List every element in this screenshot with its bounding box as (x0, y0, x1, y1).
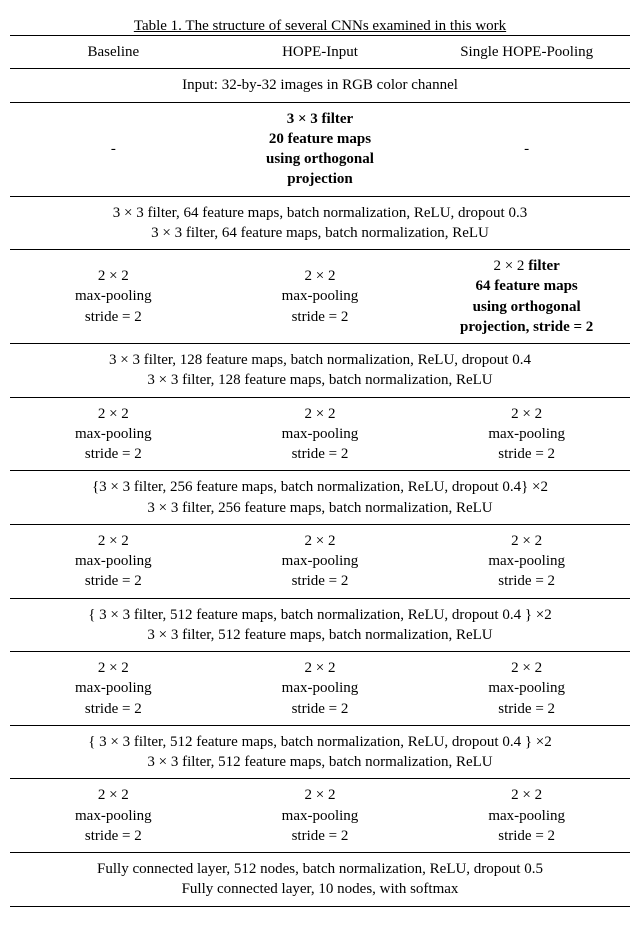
pool-std-l3: stride = 2 (292, 701, 349, 717)
pool-5-single-hope: 2 × 2 max-pooling stride = 2 (423, 779, 630, 853)
conv-block5-a: { 3 × 3 filter, 512 feature maps, batch … (88, 734, 552, 750)
input-row: Input: 32-by-32 images in RGB color chan… (10, 69, 630, 102)
pool-std-l2: max-pooling (282, 553, 359, 569)
pool-std-l1: 2 × 2 (305, 787, 336, 803)
hope-input-l2: 20 feature maps (269, 131, 371, 147)
pool-std-l1: 2 × 2 (305, 660, 336, 676)
pool-std-l1: 2 × 2 (98, 268, 129, 284)
pool-std-l3: stride = 2 (85, 828, 142, 844)
pool-std-l2: max-pooling (488, 553, 565, 569)
pool-5-hope-input: 2 × 2 max-pooling stride = 2 (217, 779, 424, 853)
conv-block2: 3 × 3 filter, 128 feature maps, batch no… (10, 344, 630, 398)
pool-std-l3: stride = 2 (292, 309, 349, 325)
pool-std-l2: max-pooling (75, 680, 152, 696)
pool-std-l2: max-pooling (282, 288, 359, 304)
pool-3-hope-input: 2 × 2 max-pooling stride = 2 (217, 524, 424, 598)
conv-block4-b: 3 × 3 filter, 512 feature maps, batch no… (147, 627, 492, 643)
conv-block3: {3 × 3 filter, 256 feature maps, batch n… (10, 471, 630, 525)
hope-input-l4: projection (287, 171, 353, 187)
conv-block5: { 3 × 3 filter, 512 feature maps, batch … (10, 725, 630, 779)
pool-std-l1: 2 × 2 (511, 533, 542, 549)
pool-std-l2: max-pooling (282, 680, 359, 696)
pool-4-hope-input: 2 × 2 max-pooling stride = 2 (217, 652, 424, 726)
pool-std-l3: stride = 2 (498, 701, 555, 717)
conv-block3-b: 3 × 3 filter, 256 feature maps, batch no… (147, 500, 492, 516)
fc-b: Fully connected layer, 10 nodes, with so… (182, 881, 459, 897)
conv-block2-a: 3 × 3 filter, 128 feature maps, batch no… (109, 352, 531, 368)
pool-std-l2: max-pooling (75, 288, 152, 304)
header-hope-input: HOPE-Input (217, 36, 424, 69)
table-caption: Table 1. The structure of several CNNs e… (10, 18, 630, 35)
hope-input-l1: 3 × 3 filter (287, 111, 353, 127)
pool-1-single-hope: 2 × 2 filter 64 feature maps using ortho… (423, 250, 630, 344)
pool-std-l3: stride = 2 (498, 828, 555, 844)
conv-block1-a: 3 × 3 filter, 64 feature maps, batch nor… (113, 205, 527, 221)
pool-2-single-hope: 2 × 2 max-pooling stride = 2 (423, 397, 630, 471)
pool-std-l3: stride = 2 (292, 446, 349, 462)
cnn-structure-table: Baseline HOPE-Input Single HOPE-Pooling … (10, 35, 630, 907)
header-baseline: Baseline (10, 36, 217, 69)
pool-std-l2: max-pooling (488, 808, 565, 824)
pool-1-baseline: 2 × 2 max-pooling stride = 2 (10, 250, 217, 344)
pool-3-single-hope: 2 × 2 max-pooling stride = 2 (423, 524, 630, 598)
pool-std-l3: stride = 2 (498, 573, 555, 589)
filter-bold: filter (528, 258, 560, 274)
fc-block: Fully connected layer, 512 nodes, batch … (10, 853, 630, 907)
fc-a: Fully connected layer, 512 nodes, batch … (97, 861, 543, 877)
conv-block5-b: 3 × 3 filter, 512 feature maps, batch no… (147, 754, 492, 770)
pool-std-l2: max-pooling (282, 808, 359, 824)
hope-input-l3: using orthogonal (266, 151, 374, 167)
pool-std-l3: stride = 2 (85, 573, 142, 589)
pool-std-l1: 2 × 2 (98, 533, 129, 549)
conv-block4: { 3 × 3 filter, 512 feature maps, batch … (10, 598, 630, 652)
pool-std-l2: max-pooling (488, 680, 565, 696)
hope-pool-l4: projection, stride = 2 (460, 319, 593, 335)
conv-block4-a: { 3 × 3 filter, 512 feature maps, batch … (88, 607, 552, 623)
pool-std-l2: max-pooling (75, 553, 152, 569)
pool-4-single-hope: 2 × 2 max-pooling stride = 2 (423, 652, 630, 726)
conv-block3-a: {3 × 3 filter, 256 feature maps, batch n… (92, 479, 548, 495)
hope-pool-l2: 64 feature maps (476, 278, 578, 294)
pool-std-l1: 2 × 2 (305, 406, 336, 422)
pool-std-l1: 2 × 2 (511, 787, 542, 803)
pool-std-l1: 2 × 2 (98, 406, 129, 422)
conv-block1: 3 × 3 filter, 64 feature maps, batch nor… (10, 196, 630, 250)
pool-std-l3: stride = 2 (85, 701, 142, 717)
pool-5-baseline: 2 × 2 max-pooling stride = 2 (10, 779, 217, 853)
single-hope-dash: - (423, 102, 630, 196)
pool-std-l1: 2 × 2 (511, 406, 542, 422)
pool-std-l3: stride = 2 (85, 446, 142, 462)
header-single-hope-pooling: Single HOPE-Pooling (423, 36, 630, 69)
pool-2-baseline: 2 × 2 max-pooling stride = 2 (10, 397, 217, 471)
pool-std-l3: stride = 2 (292, 573, 349, 589)
pool-std-l2: max-pooling (282, 426, 359, 442)
pool-std-l3: stride = 2 (498, 446, 555, 462)
pool-1-hope-input: 2 × 2 max-pooling stride = 2 (217, 250, 424, 344)
pool-std-l2: max-pooling (488, 426, 565, 442)
hope-pool-l1: 2 × 2 (493, 258, 524, 274)
conv-block2-b: 3 × 3 filter, 128 feature maps, batch no… (147, 372, 492, 388)
pool-std-l1: 2 × 2 (98, 787, 129, 803)
pool-std-l1: 2 × 2 (305, 533, 336, 549)
pool-std-l2: max-pooling (75, 426, 152, 442)
hope-input-block: 3 × 3 filter 20 feature maps using ortho… (217, 102, 424, 196)
pool-std-l2: max-pooling (75, 808, 152, 824)
pool-std-l3: stride = 2 (292, 828, 349, 844)
baseline-dash: - (10, 102, 217, 196)
pool-std-l1: 2 × 2 (98, 660, 129, 676)
pool-4-baseline: 2 × 2 max-pooling stride = 2 (10, 652, 217, 726)
pool-std-l1: 2 × 2 (511, 660, 542, 676)
pool-std-l3: stride = 2 (85, 309, 142, 325)
pool-2-hope-input: 2 × 2 max-pooling stride = 2 (217, 397, 424, 471)
pool-std-l1: 2 × 2 (305, 268, 336, 284)
conv-block1-b: 3 × 3 filter, 64 feature maps, batch nor… (151, 225, 489, 241)
hope-pool-l3: using orthogonal (473, 299, 581, 315)
pool-3-baseline: 2 × 2 max-pooling stride = 2 (10, 524, 217, 598)
